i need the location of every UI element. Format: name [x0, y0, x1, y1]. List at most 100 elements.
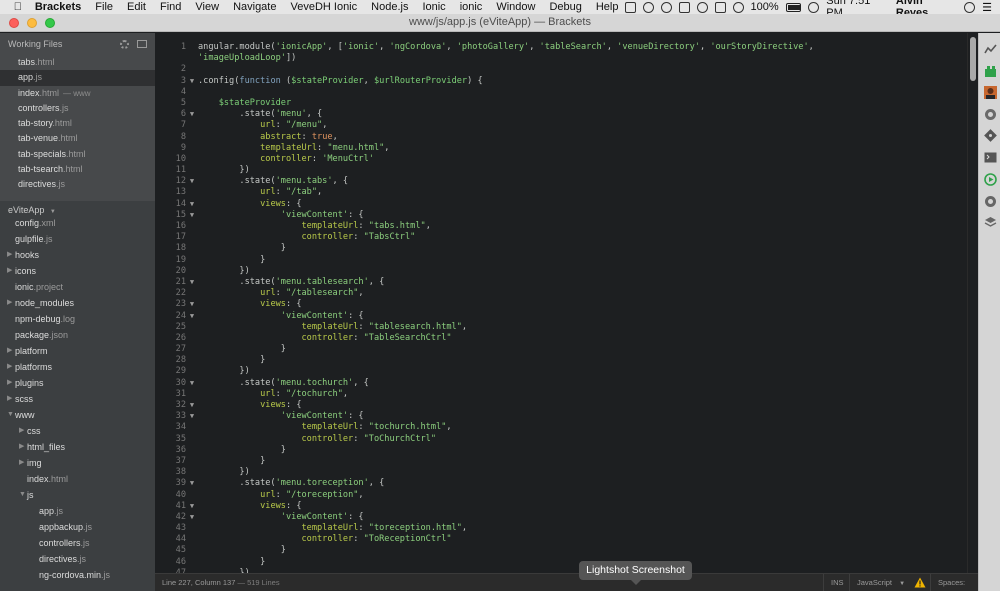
menu-navigate[interactable]: Navigate — [226, 0, 283, 14]
fold-arrow-icon[interactable]: ▼ — [186, 76, 198, 87]
code-line[interactable]: 19 } — [155, 255, 967, 266]
live-preview-icon[interactable] — [984, 43, 997, 56]
code-line[interactable]: 26 controller: "TableSearchCtrl" — [155, 333, 967, 344]
code-line[interactable]: 10 controller: 'MenuCtrl' — [155, 154, 967, 165]
code-line[interactable]: 15 ▼ 'viewContent': { — [155, 210, 967, 221]
code-line[interactable]: 18 } — [155, 243, 967, 254]
code-line[interactable]: 42 ▼ 'viewContent': { — [155, 512, 967, 523]
code-line[interactable]: 27 } — [155, 344, 967, 355]
code-line[interactable]: 2 — [155, 64, 967, 75]
timer-icon[interactable] — [661, 1, 673, 13]
tree-folder[interactable]: ▼ js — [0, 487, 155, 503]
debug-icon[interactable] — [984, 195, 997, 208]
code-line[interactable]: 44 controller: "ToReceptionCtrl" — [155, 534, 967, 545]
code-line[interactable]: 9 templateUrl: "menu.html", — [155, 143, 967, 154]
chevron-right-icon[interactable]: ▶ — [7, 263, 12, 279]
fold-arrow-icon[interactable]: ▼ — [186, 176, 198, 187]
fold-arrow-icon[interactable]: ▼ — [186, 210, 198, 221]
code-line[interactable]: 35 controller: "ToChurchCtrl" — [155, 434, 967, 445]
code-line[interactable]: 23 ▼ views: { — [155, 299, 967, 310]
code-line[interactable]: 38 }) — [155, 467, 967, 478]
chevron-down-icon[interactable]: ▼ — [19, 487, 26, 503]
fold-arrow-icon[interactable]: ▼ — [186, 299, 198, 310]
tree-file[interactable]: ionic.project — [0, 279, 155, 295]
scrollbar-thumb[interactable] — [970, 37, 976, 81]
skype-icon[interactable] — [643, 1, 655, 13]
volume-icon[interactable] — [808, 1, 820, 13]
menu-window[interactable]: Window — [489, 0, 542, 14]
run-icon[interactable] — [984, 173, 997, 186]
git-icon[interactable] — [984, 129, 997, 142]
code-line[interactable]: 34 templateUrl: "tochurch.html", — [155, 422, 967, 433]
code-line[interactable]: 12 ▼ .state('menu.tabs', { — [155, 176, 967, 187]
working-file-item[interactable]: tab-venue.html — [0, 131, 155, 146]
menu-nodejs[interactable]: Node.js — [364, 0, 415, 14]
tree-file[interactable]: ng-cordova.min.js — [0, 567, 155, 583]
fold-arrow-icon[interactable]: ▼ — [186, 478, 198, 489]
fold-arrow-icon[interactable]: ▼ — [186, 400, 198, 411]
code-line[interactable]: 33 ▼ 'viewContent': { — [155, 411, 967, 422]
code-line[interactable]: 11 }) — [155, 165, 967, 176]
dropbox-icon[interactable] — [679, 1, 690, 13]
code-line[interactable]: 14 ▼ views: { — [155, 199, 967, 210]
code-line[interactable]: 40 url: "/toreception", — [155, 490, 967, 501]
tree-folder[interactable]: ▶ node_modules — [0, 295, 155, 311]
working-file-item[interactable]: app.js — [0, 70, 155, 86]
working-file-item[interactable]: tabs.html — [0, 55, 155, 70]
tree-folder[interactable]: ▶ css — [0, 423, 155, 439]
chevron-right-icon[interactable]: ▶ — [19, 439, 24, 455]
phone-icon[interactable] — [696, 1, 708, 13]
code-line[interactable]: 17 controller: "TabsCtrl" — [155, 232, 967, 243]
code-line[interactable]: 8 abstract: true, — [155, 132, 967, 143]
working-file-item[interactable]: tab-specials.html — [0, 147, 155, 162]
tree-folder[interactable]: ▶ html_files — [0, 439, 155, 455]
extension-manager-icon[interactable] — [984, 65, 997, 78]
code-line[interactable]: 37 } — [155, 456, 967, 467]
chevron-right-icon[interactable]: ▶ — [7, 375, 12, 391]
code-line[interactable]: 41 ▼ views: { — [155, 501, 967, 512]
editor-scrollbar[interactable] — [967, 33, 978, 573]
code-line[interactable]: 32 ▼ views: { — [155, 400, 967, 411]
menu-debug[interactable]: Debug — [542, 0, 588, 14]
tree-file[interactable]: appbackup.js — [0, 519, 155, 535]
chevron-right-icon[interactable]: ▶ — [7, 343, 12, 359]
tree-file[interactable]: gulpfile.js — [0, 231, 155, 247]
fold-arrow-icon[interactable]: ▼ — [186, 109, 198, 120]
tree-folder[interactable]: ▶ img — [0, 455, 155, 471]
terminal-icon[interactable] — [984, 151, 997, 164]
code-line[interactable]: 36 } — [155, 445, 967, 456]
fold-arrow-icon[interactable]: ▼ — [186, 277, 198, 288]
notification-center-icon[interactable]: ☰ — [982, 1, 992, 14]
tree-file[interactable]: index.html — [0, 471, 155, 487]
warning-icon[interactable] — [914, 577, 926, 588]
chevron-right-icon[interactable]: ▶ — [7, 391, 12, 407]
fold-arrow-icon[interactable]: ▼ — [186, 311, 198, 322]
wifi-icon[interactable] — [732, 1, 744, 13]
menu-help[interactable]: Help — [589, 0, 626, 14]
fold-arrow-icon[interactable]: ▼ — [186, 378, 198, 389]
chevron-right-icon[interactable]: ▶ — [19, 423, 24, 439]
code-line[interactable]: 39 ▼ .state('menu.toreception', { — [155, 478, 967, 489]
status-app-icon[interactable] — [625, 1, 637, 13]
fold-arrow-icon[interactable]: ▼ — [186, 199, 198, 210]
chevron-right-icon[interactable]: ▶ — [7, 359, 12, 375]
fold-arrow-icon[interactable]: ▼ — [186, 411, 198, 422]
tree-file[interactable]: config.xml — [0, 215, 155, 231]
code-line[interactable]: 24 ▼ 'viewContent': { — [155, 311, 967, 322]
tree-file[interactable]: app.js — [0, 503, 155, 519]
code-line[interactable]: 16 templateUrl: "tabs.html", — [155, 221, 967, 232]
code-line[interactable]: 21 ▼ .state('menu.tablesearch', { — [155, 277, 967, 288]
code-line[interactable]: 'imageUploadLoop']) — [155, 53, 967, 64]
code-line[interactable]: 45 } — [155, 545, 967, 556]
chevron-right-icon[interactable]: ▶ — [7, 247, 12, 263]
code-line[interactable]: 31 url: "/tochurch", — [155, 389, 967, 400]
insert-mode-toggle[interactable]: INS — [823, 574, 851, 591]
code-line[interactable]: 20 }) — [155, 266, 967, 277]
chevron-down-icon[interactable]: ▼ — [7, 407, 14, 423]
tree-file[interactable]: directives.js — [0, 551, 155, 567]
fold-arrow-icon[interactable]: ▼ — [186, 512, 198, 523]
code-line[interactable]: 22 url: "/tablesearch", — [155, 288, 967, 299]
tree-folder[interactable]: ▶ scss — [0, 391, 155, 407]
code-line[interactable]: 1 angular.module('ionicApp', ['ionic', 'n… — [155, 42, 967, 53]
working-file-item[interactable]: tab-story.html — [0, 116, 155, 131]
